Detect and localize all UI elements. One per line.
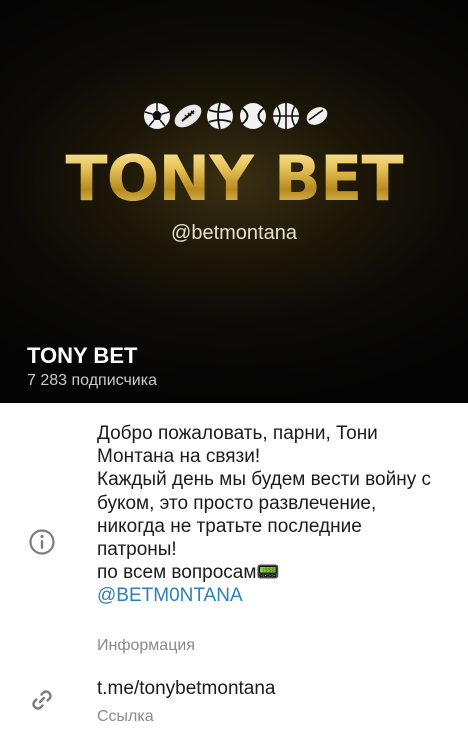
description-text: Добро пожаловать, парни, Тони Монтана на… — [97, 423, 432, 584]
info-label: Информация — [97, 637, 195, 654]
link-label: Ссылка — [97, 708, 154, 725]
cover-logo-title: TONY BET — [0, 142, 468, 215]
subscriber-count: 7 283 подписчика — [27, 372, 157, 389]
tennis-ball-icon — [240, 103, 266, 129]
hockey-puck-icon — [306, 107, 328, 125]
soccer-ball-icon — [144, 103, 170, 129]
pager-emoji-icon: 📟 — [256, 562, 281, 584]
american-football-icon — [174, 104, 202, 128]
channel-description: Добро пожаловать, парни, Тони Монтана на… — [97, 422, 437, 608]
link-icon — [32, 690, 52, 710]
volleyball-icon — [207, 102, 233, 130]
cover-logo-handle: @betmontana — [171, 222, 297, 244]
basketball-icon — [273, 103, 299, 129]
channel-name: TONY BET — [27, 343, 138, 368]
info-icon — [29, 529, 55, 555]
channel-link[interactable]: t.me/tonybetmontana — [97, 678, 276, 700]
channel-cover: TONY BET @betmontana TONY BET 7 283 подп… — [0, 0, 468, 403]
contact-mention-link[interactable]: @BETM0NTANA — [97, 585, 243, 606]
sport-icons-row — [144, 102, 328, 130]
